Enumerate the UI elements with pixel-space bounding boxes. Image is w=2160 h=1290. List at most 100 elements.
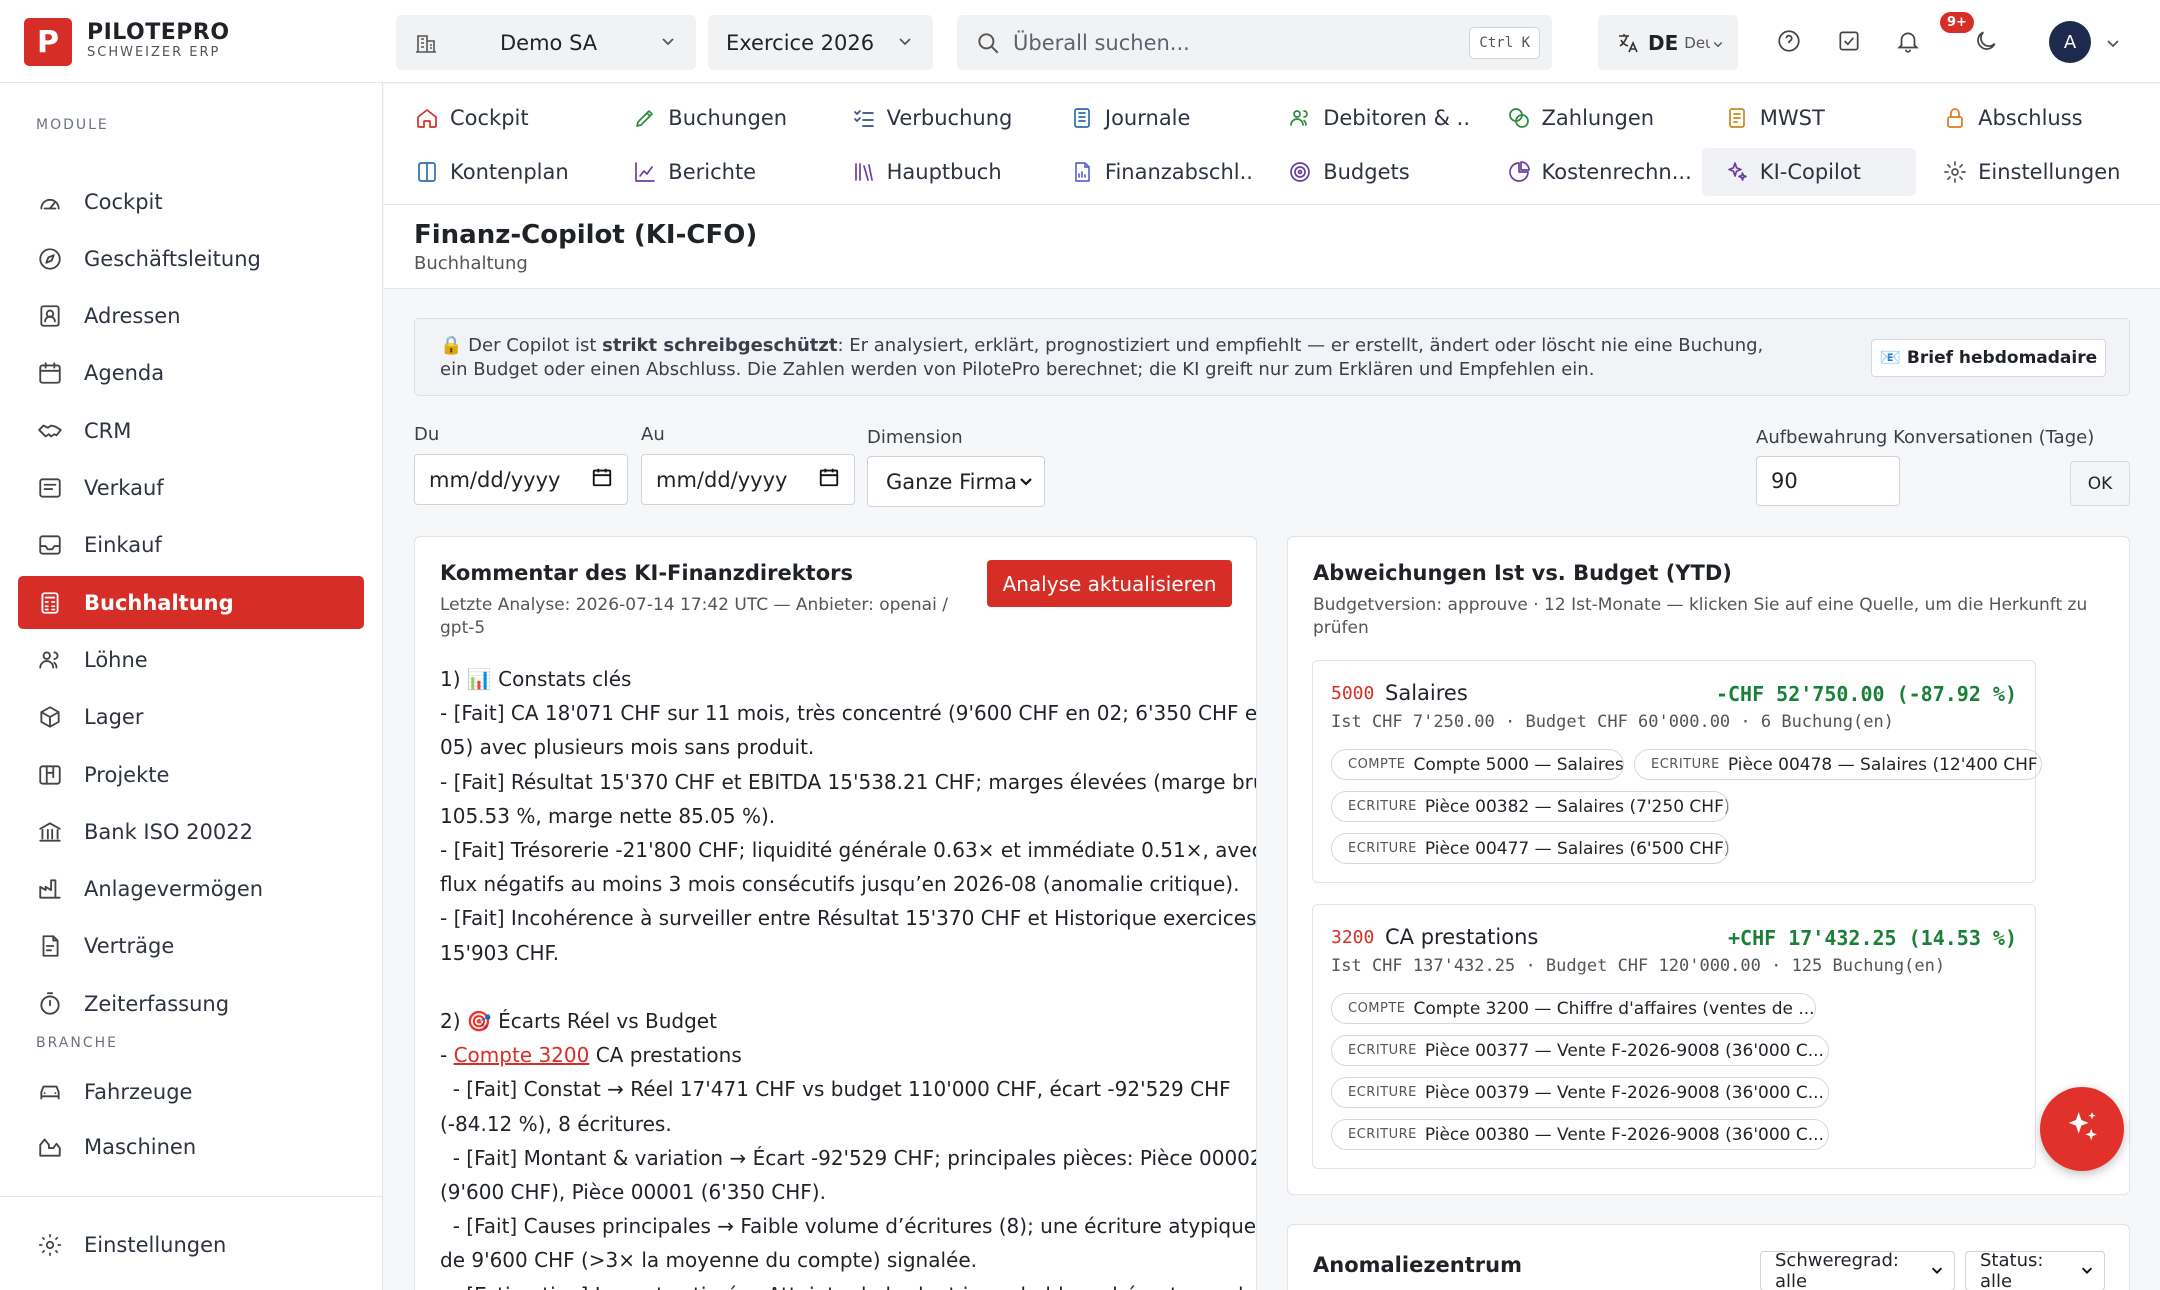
source-chip[interactable]: ECRITURE Pièce 00478 — Salaires (12'400 C… xyxy=(1634,749,2042,780)
app-logo[interactable]: P xyxy=(24,18,72,66)
tab-journale[interactable]: Journale xyxy=(1039,94,1253,142)
bell-icon[interactable] xyxy=(1892,25,1924,57)
retention-input[interactable]: 90 xyxy=(1756,456,1900,506)
sidebar-item-vertrage[interactable]: Verträge xyxy=(18,920,364,973)
lock-icon xyxy=(1942,105,1968,131)
help-icon[interactable] xyxy=(1773,25,1805,57)
source-chip[interactable]: COMPTE Compte 3200 — Chiffre d'affaires (… xyxy=(1331,993,1816,1024)
source-chip[interactable]: COMPTE Compte 5000 — Salaires xyxy=(1331,749,1624,780)
from-date-value: mm/dd/yyyy xyxy=(429,467,561,492)
sidebar-item-maschinen[interactable]: Maschinen xyxy=(18,1120,364,1173)
tab-finanzabschl[interactable]: Finanzabschl... xyxy=(1039,148,1253,196)
source-chip[interactable]: ECRITURE Pièce 00377 — Vente F-2026-9008 … xyxy=(1331,1035,1829,1066)
tab-label: Zahlungen xyxy=(1541,106,1655,130)
tab-kontenplan[interactable]: Kontenplan xyxy=(384,148,598,196)
tab-budgets[interactable]: Budgets xyxy=(1257,148,1471,196)
source-chip[interactable]: ECRITURE Pièce 00380 — Vente F-2026-9008 … xyxy=(1331,1119,1829,1150)
sidebar-item-einkauf[interactable]: Einkauf xyxy=(18,519,364,572)
retention-ok-button[interactable]: OK xyxy=(2070,461,2130,506)
tab-berichte[interactable]: Berichte xyxy=(602,148,816,196)
tab-ki-copilot[interactable]: KI-Copilot xyxy=(1701,148,1916,196)
avatar[interactable]: A xyxy=(2049,21,2091,63)
sidebar-item-label: Verträge xyxy=(84,934,175,959)
tab-verbuchung[interactable]: Verbuchung xyxy=(821,94,1035,142)
tab-einstellungen[interactable]: Einstellungen xyxy=(1912,148,2126,196)
tasks-icon[interactable] xyxy=(1833,25,1865,57)
tab-cockpit[interactable]: Cockpit xyxy=(384,94,598,142)
tab-label: Verbuchung xyxy=(886,106,1013,130)
tab-buchungen[interactable]: Buchungen xyxy=(602,94,816,142)
tab-label: Debitoren & ... xyxy=(1323,106,1472,130)
commentary-line: - [Fait] Incohérence à surveiller entre … xyxy=(440,906,1257,931)
anomaly-title: Anomaliezentrum xyxy=(1313,1253,1522,1277)
tab-label: Budgets xyxy=(1323,160,1410,184)
variance-detail: Ist CHF 7'250.00 · Budget CHF 60'000.00 … xyxy=(1331,712,1894,732)
tab-zahlungen[interactable]: Zahlungen xyxy=(1476,94,1690,142)
sidebar-item-crm[interactable]: CRM xyxy=(18,404,364,457)
severity-filter[interactable]: Schweregrad: alle xyxy=(1760,1250,1955,1290)
machine-icon xyxy=(36,1133,64,1161)
calendar-icon[interactable] xyxy=(818,466,840,493)
tab-kostenrechn[interactable]: Kostenrechn... xyxy=(1476,148,1690,196)
dimension-select[interactable]: Ganze Firma xyxy=(867,456,1045,507)
sparkles-icon xyxy=(1724,159,1750,185)
tab-label: Abschluss xyxy=(1978,106,2083,130)
fiscal-year-selector[interactable]: Exercice 2026 xyxy=(708,15,933,70)
tab-mwst[interactable]: MWST xyxy=(1694,94,1908,142)
sidebar-item-buchhaltung[interactable]: Buchhaltung xyxy=(18,576,364,630)
weekly-brief-button[interactable]: 📧 Brief hebdomadaire xyxy=(1871,339,2106,377)
gear-icon xyxy=(36,1231,64,1259)
sidebar-item-cockpit[interactable]: Cockpit xyxy=(18,175,364,228)
tab-label: Journale xyxy=(1104,106,1191,130)
sidebar-item-settings[interactable]: Einstellungen xyxy=(18,1218,364,1271)
to-date-field[interactable]: mm/dd/yyyy xyxy=(641,454,855,505)
sidebar-item-label: Buchhaltung xyxy=(84,590,234,615)
from-date-field[interactable]: mm/dd/yyyy xyxy=(414,454,628,505)
variance-item[interactable]: 3200 CA prestations +CHF 17'432.25 (14.53 … xyxy=(1312,904,2036,1169)
refresh-analysis-button[interactable]: Analyse aktualisieren xyxy=(987,560,1232,607)
dark-mode-icon[interactable] xyxy=(1970,25,2002,57)
status-filter[interactable]: Status: alle xyxy=(1965,1250,2105,1290)
account-link[interactable]: Compte 3200 xyxy=(454,1043,590,1067)
chevron-down-icon[interactable] xyxy=(2097,27,2129,59)
sidebar-item-anlagevermogen[interactable]: Anlagevermögen xyxy=(18,863,364,916)
read-only-notice: 🔒 Der Copilot ist strikt schreibgeschütz… xyxy=(414,318,2130,396)
sidebar-item-geschaftsleitung[interactable]: Geschäftsleitung xyxy=(18,232,364,285)
tab-debitoren[interactable]: Debitoren & ... xyxy=(1257,94,1471,142)
source-chip[interactable]: ECRITURE Pièce 00477 — Salaires (6'500 CH… xyxy=(1331,833,1729,864)
tab-hauptbuch[interactable]: Hauptbuch xyxy=(821,148,1035,196)
source-chip[interactable]: ECRITURE Pièce 00379 — Vente F-2026-9008 … xyxy=(1331,1077,1829,1108)
sidebar-item-adressen[interactable]: Adressen xyxy=(18,290,364,343)
pencil-icon xyxy=(632,105,658,131)
car-icon xyxy=(36,1078,64,1106)
variance-detail: Ist CHF 137'432.25 · Budget CHF 120'000.… xyxy=(1331,956,1946,976)
commentary-line: 2) 🎯 Écarts Réel vs Budget xyxy=(440,1009,717,1034)
sidebar-item-fahrzeuge[interactable]: Fahrzeuge xyxy=(18,1065,364,1118)
source-text: Pièce 00380 — Vente F-2026-9008 (36'000 … xyxy=(1424,1124,1824,1145)
search-input[interactable]: Überall suchen... xyxy=(1013,31,1469,55)
tab-abschluss[interactable]: Abschluss xyxy=(1912,94,2126,142)
sidebar-item-zeiterfassung[interactable]: Zeiterfassung xyxy=(18,977,364,1030)
box-icon xyxy=(36,703,64,731)
sidebar-item-agenda[interactable]: Agenda xyxy=(18,347,364,400)
global-search[interactable]: Überall suchen... Ctrl K xyxy=(957,15,1552,70)
source-text: Compte 3200 — Chiffre d'affaires (ventes… xyxy=(1413,998,1815,1019)
sidebar-item-lager[interactable]: Lager xyxy=(18,691,364,744)
copilot-fab-button[interactable] xyxy=(2040,1087,2124,1171)
coins-icon xyxy=(1506,105,1532,131)
library-icon xyxy=(851,159,877,185)
notice-text: 🔒 Der Copilot ist strikt schreibgeschütz… xyxy=(440,335,1764,380)
commentary-card: Kommentar des KI-Finanzdirektors Letzte … xyxy=(414,536,1257,1290)
language-selector[interactable]: DE Deutsch xyxy=(1598,15,1738,70)
company-selector[interactable]: Demo SA xyxy=(396,15,696,70)
source-text: Pièce 00382 — Salaires (7'250 CHF) xyxy=(1424,796,1729,817)
sidebar-item-verkauf[interactable]: Verkauf xyxy=(18,462,364,515)
sidebar-item-lohne[interactable]: Löhne xyxy=(18,633,364,686)
calculator-icon xyxy=(36,589,64,617)
source-chip[interactable]: ECRITURE Pièce 00382 — Salaires (7'250 CH… xyxy=(1331,791,1729,822)
variance-item[interactable]: 5000 Salaires -CHF 52'750.00 (-87.92 %) Ist… xyxy=(1312,660,2042,883)
sidebar-item-bank-iso-20022[interactable]: Bank ISO 20022 xyxy=(18,805,364,858)
commentary-line: de 9'600 CHF (>3× la moyenne du compte) … xyxy=(440,1248,977,1273)
calendar-icon[interactable] xyxy=(591,466,613,493)
sidebar-item-projekte[interactable]: Projekte xyxy=(18,748,364,801)
